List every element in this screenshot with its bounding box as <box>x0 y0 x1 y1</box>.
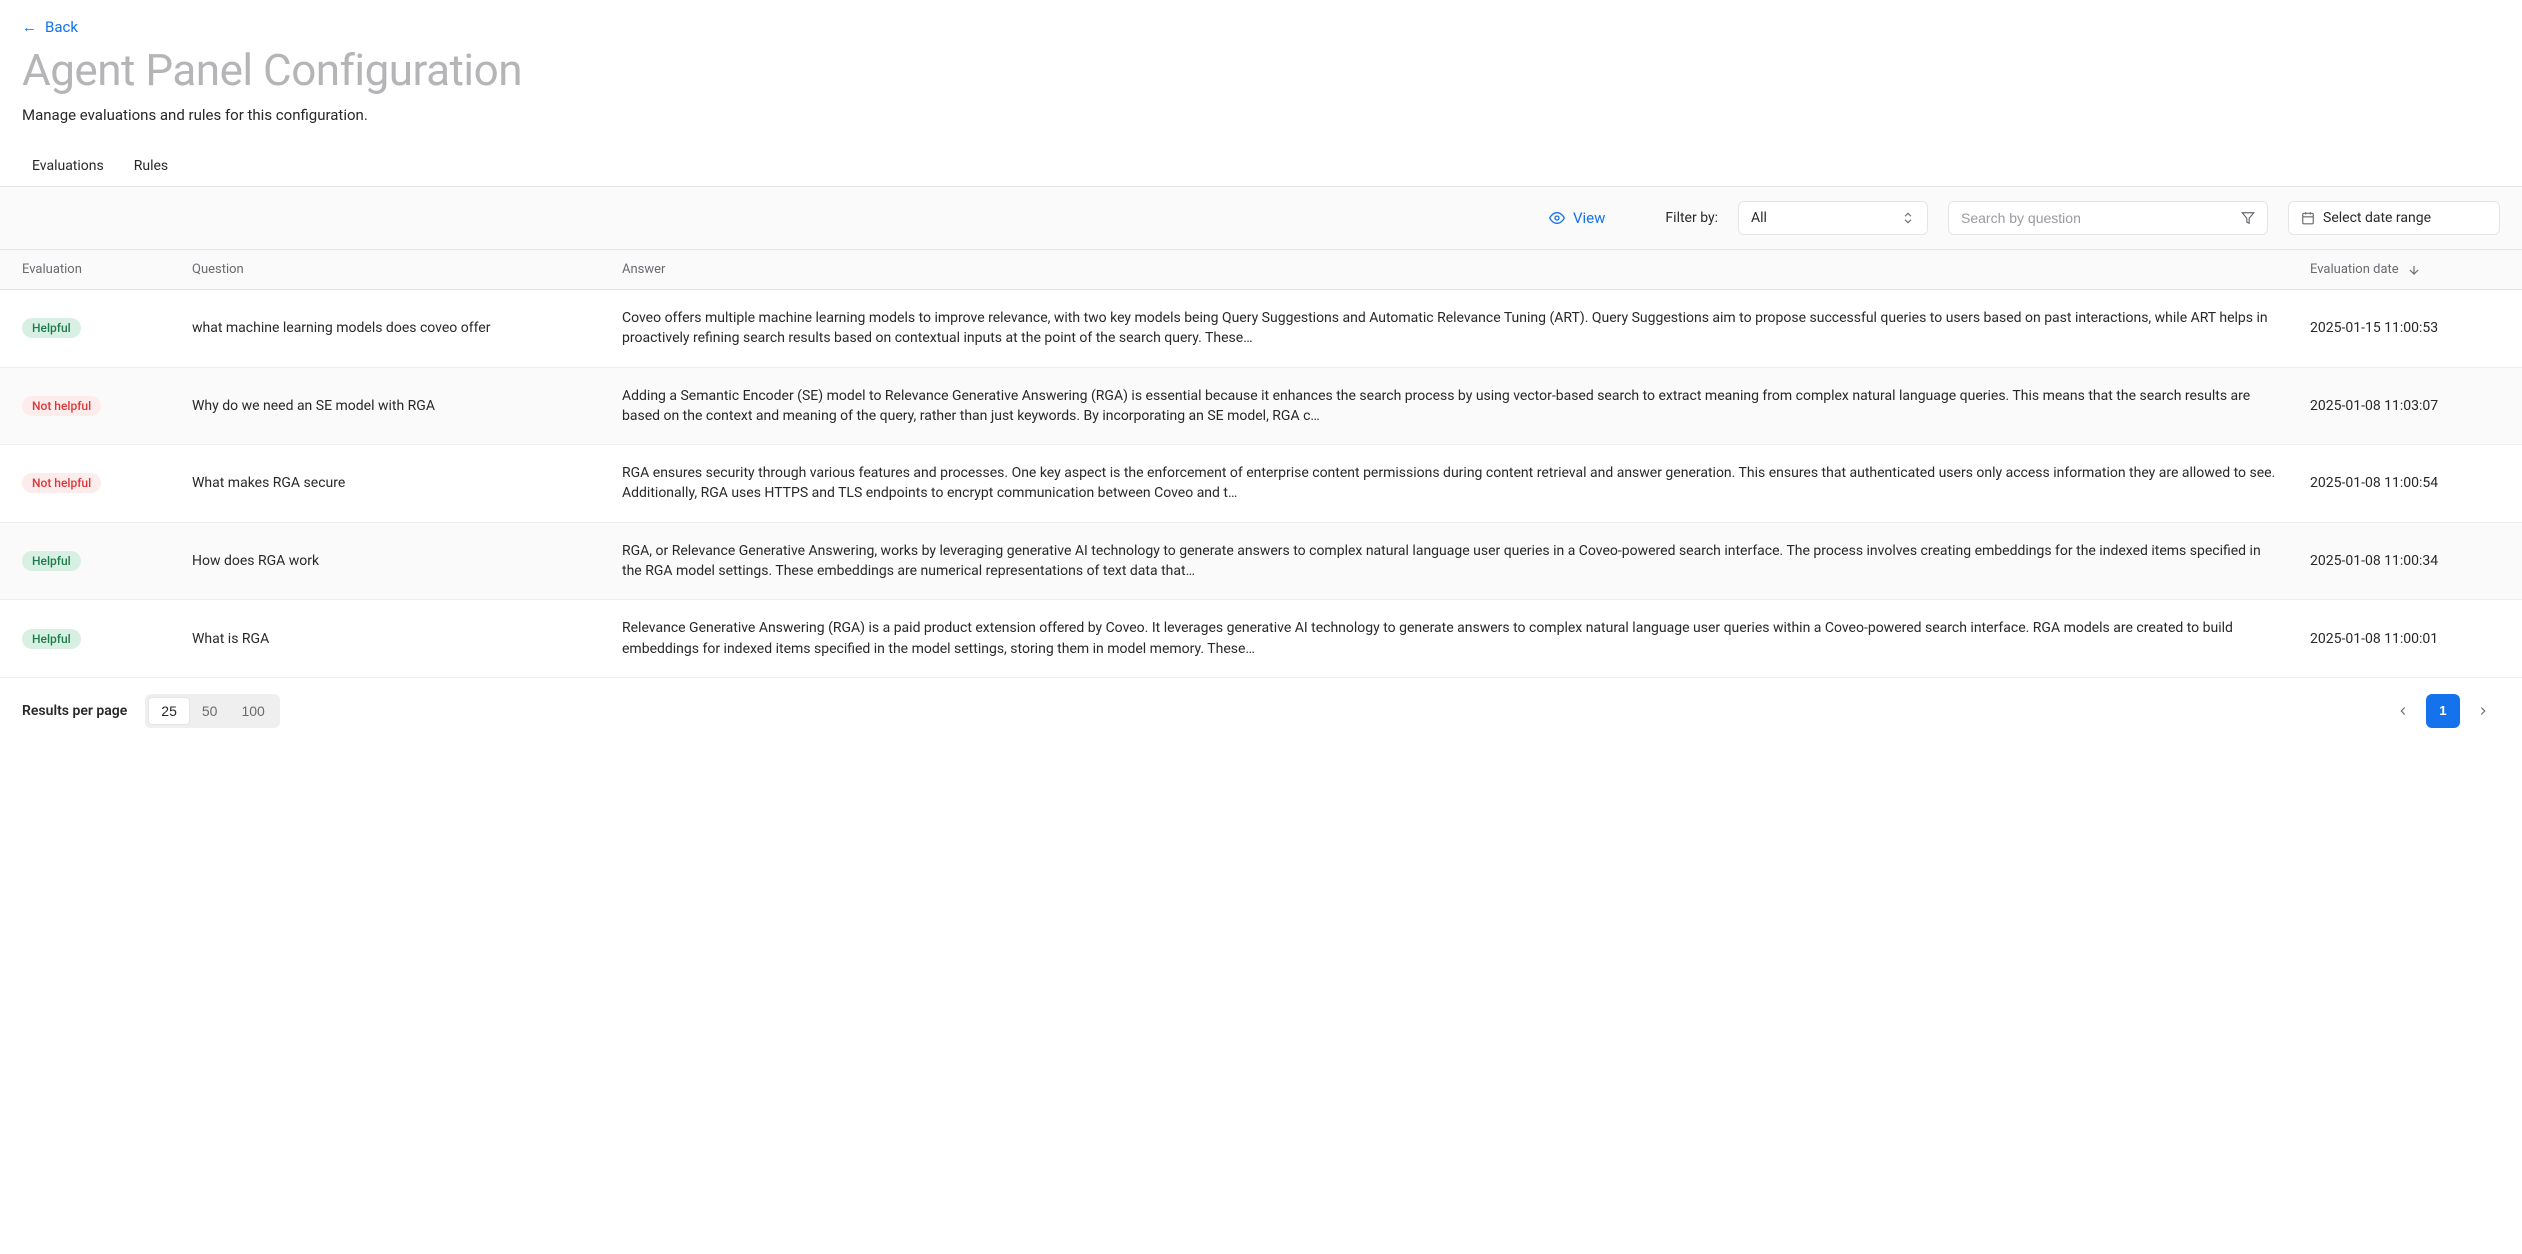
filter-by-label: Filter by: <box>1665 210 1718 226</box>
tabs: Evaluations Rules <box>0 124 2522 187</box>
view-link[interactable]: View <box>1549 209 1605 227</box>
question-cell: How does RGA work <box>192 553 622 569</box>
rpp-label: Results per page <box>22 703 127 719</box>
table-row[interactable]: Helpful What is RGARelevance Generative A… <box>0 600 2522 678</box>
question-cell: What is RGA <box>192 631 622 647</box>
filter-icon[interactable] <box>2241 211 2255 225</box>
evaluation-badge: Helpful <box>22 629 81 649</box>
tab-rules[interactable]: Rules <box>134 158 168 174</box>
search-input-wrap <box>1948 201 2268 235</box>
table-body: Helpful what machine learning models does… <box>0 290 2522 678</box>
question-cell: what machine learning models does coveo … <box>192 320 622 336</box>
th-date[interactable]: Evaluation date <box>2310 262 2500 277</box>
toolbar: View Filter by: All Select date range <box>0 187 2522 249</box>
rpp-group: 2550100 <box>145 694 280 728</box>
table-row[interactable]: Not helpful What makes RGA secureRGA ensu… <box>0 445 2522 523</box>
calendar-icon <box>2301 211 2315 225</box>
date-cell: 2025-01-08 11:00:01 <box>2310 631 2500 647</box>
page-subtitle: Manage evaluations and rules for this co… <box>22 106 2500 124</box>
question-cell: What makes RGA secure <box>192 475 622 491</box>
results-per-page: Results per page 2550100 <box>22 694 280 728</box>
evaluation-badge: Not helpful <box>22 396 101 416</box>
arrow-left-icon: ← <box>22 18 37 36</box>
date-cell: 2025-01-08 11:03:07 <box>2310 398 2500 414</box>
table-row[interactable]: Not helpful Why do we need an SE model wi… <box>0 368 2522 446</box>
back-label: Back <box>45 18 78 36</box>
evaluation-badge: Helpful <box>22 551 81 571</box>
date-range-picker[interactable]: Select date range <box>2288 201 2500 235</box>
answer-cell: Relevance Generative Answering (RGA) is … <box>622 618 2310 659</box>
eye-icon <box>1549 210 1565 226</box>
pager: 1 <box>2386 694 2500 728</box>
pager-prev[interactable] <box>2386 694 2420 728</box>
rpp-option-100[interactable]: 100 <box>229 697 276 725</box>
evaluation-badge: Helpful <box>22 318 81 338</box>
question-cell: Why do we need an SE model with RGA <box>192 398 622 414</box>
date-cell: 2025-01-08 11:00:34 <box>2310 553 2500 569</box>
filter-select[interactable]: All <box>1738 201 1928 235</box>
arrow-down-icon <box>2407 263 2421 277</box>
answer-cell: RGA, or Relevance Generative Answering, … <box>622 541 2310 582</box>
date-cell: 2025-01-08 11:00:54 <box>2310 475 2500 491</box>
table-row[interactable]: Helpful How does RGA workRGA, or Relevanc… <box>0 523 2522 601</box>
evaluation-badge: Not helpful <box>22 473 101 493</box>
date-cell: 2025-01-15 11:00:53 <box>2310 320 2500 336</box>
chevron-left-icon <box>2396 704 2410 718</box>
chevron-right-icon <box>2476 704 2490 718</box>
tab-evaluations[interactable]: Evaluations <box>32 158 104 174</box>
rpp-option-25[interactable]: 25 <box>148 697 190 725</box>
th-question[interactable]: Question <box>192 262 622 277</box>
th-evaluation[interactable]: Evaluation <box>22 262 192 277</box>
search-input[interactable] <box>1961 210 2233 226</box>
table-header: Evaluation Question Answer Evaluation da… <box>0 249 2522 290</box>
footer: Results per page 2550100 1 <box>0 678 2522 744</box>
filter-value: All <box>1751 210 1767 226</box>
answer-cell: RGA ensures security through various fea… <box>622 463 2310 504</box>
rpp-option-50[interactable]: 50 <box>190 697 230 725</box>
pager-page-1[interactable]: 1 <box>2426 694 2460 728</box>
date-range-label: Select date range <box>2323 210 2431 226</box>
answer-cell: Adding a Semantic Encoder (SE) model to … <box>622 386 2310 427</box>
answer-cell: Coveo offers multiple machine learning m… <box>622 308 2310 349</box>
pager-next[interactable] <box>2466 694 2500 728</box>
page-title: Agent Panel Configuration <box>22 44 2500 96</box>
view-label: View <box>1573 209 1605 227</box>
back-link[interactable]: ← Back <box>22 18 78 36</box>
chevron-up-down-icon <box>1901 211 1915 225</box>
th-answer[interactable]: Answer <box>622 262 2310 277</box>
table-row[interactable]: Helpful what machine learning models does… <box>0 290 2522 368</box>
